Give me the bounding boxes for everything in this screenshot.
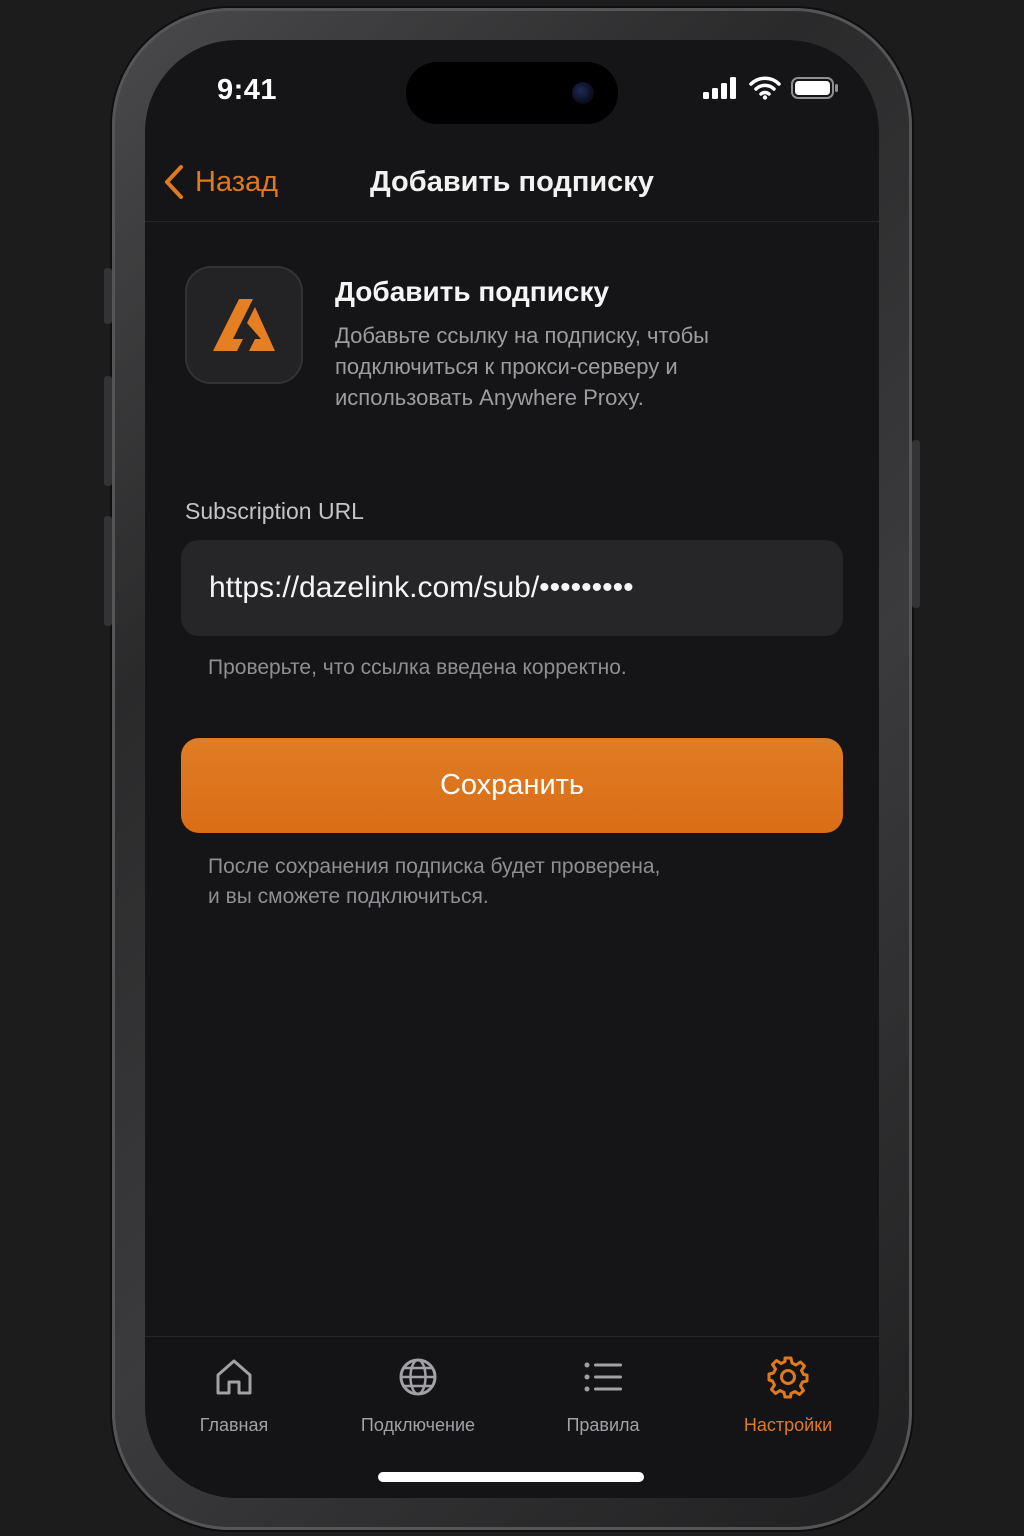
camera-icon	[572, 82, 594, 104]
url-hint: Проверьте, что ссылка введена корректно.	[208, 656, 627, 679]
tab-rules[interactable]: Правила	[513, 1355, 693, 1436]
tab-settings[interactable]: Настройки	[698, 1355, 878, 1436]
home-icon	[216, 1359, 252, 1395]
save-note: После сохранения подписка будет проверен…	[208, 852, 660, 912]
chevron-left-icon	[165, 165, 183, 199]
header-title: Добавить подписку	[335, 276, 610, 307]
header-description: Добавьте ссылку на подписку, чтобы подкл…	[335, 323, 709, 410]
action-button	[104, 268, 112, 324]
back-label: Назад	[195, 165, 279, 198]
back-button[interactable]: Назад	[163, 164, 278, 200]
status-icons	[703, 76, 839, 100]
wifi-icon	[749, 76, 781, 100]
volume-down-button	[104, 516, 112, 626]
tab-home-label: Главная	[199, 1415, 269, 1435]
volume-up-button	[104, 376, 112, 486]
list-icon	[584, 1362, 622, 1392]
home-indicator	[378, 1472, 644, 1482]
gear-icon	[767, 1356, 809, 1399]
dynamic-island	[406, 62, 618, 124]
status-time: 9:41	[217, 74, 278, 106]
signal-icon	[703, 77, 736, 99]
app-logo	[185, 266, 303, 384]
subscription-url-input[interactable]	[181, 540, 843, 636]
url-field-label: Subscription URL	[185, 498, 364, 524]
save-button[interactable]: Сохранить	[181, 738, 843, 833]
tab-home[interactable]: Главная	[145, 1355, 324, 1436]
power-button	[912, 440, 920, 608]
tab-connection-label: Подключение	[360, 1415, 476, 1435]
tab-settings-label: Настройки	[743, 1415, 833, 1435]
tab-connection[interactable]: Подключение	[328, 1355, 508, 1436]
anywhere-logo-icon	[213, 299, 275, 351]
battery-icon	[791, 77, 838, 99]
navigation-bar: Добавить подписку Назад	[145, 150, 879, 222]
save-note-line1: После сохранения подписка будет проверен…	[208, 855, 661, 878]
save-note-line2: и вы сможете подключиться.	[208, 885, 489, 908]
tab-rules-label: Правила	[566, 1415, 640, 1435]
screen: 9:41 Добавить подписку Назад Добавить по…	[145, 40, 879, 1498]
globe-icon	[399, 1358, 437, 1396]
